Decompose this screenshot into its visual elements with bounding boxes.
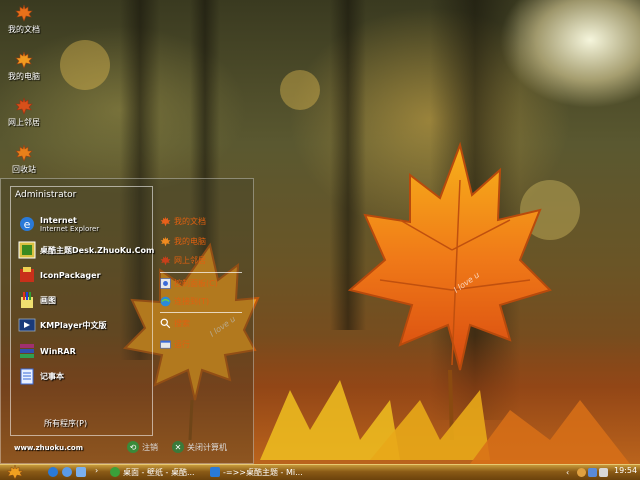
start-right-search[interactable]: 搜索 (160, 318, 190, 329)
desktop-icon-label: 回收站 (12, 165, 36, 174)
shutdown-icon: ✕ (172, 441, 184, 453)
bokeh-light (280, 70, 320, 110)
program-winrar[interactable]: WinRAR (18, 342, 76, 360)
control-panel-icon (160, 278, 171, 289)
start-menu-separator (160, 312, 242, 313)
program-iconpackager[interactable]: IconPackager (18, 266, 101, 284)
maple-leaf-icon (160, 255, 171, 266)
tray-user-icon[interactable] (577, 467, 586, 477)
start-menu-url: www.zhuoku.com (14, 444, 84, 452)
shutdown-label: 关闭计算机 (187, 442, 227, 452)
start-right-label: 运行 (174, 340, 190, 349)
start-right-my-documents[interactable]: 我的文档 (160, 216, 206, 227)
connect-to-icon (160, 296, 171, 307)
program-notepad[interactable]: 记事本 (18, 367, 64, 385)
desktop-icon-label: 我的文档 (8, 25, 40, 34)
program-internet[interactable]: e Internet Internet Explorer (18, 215, 99, 233)
quicklaunch-ie-icon[interactable] (48, 467, 58, 477)
search-icon (160, 318, 171, 329)
program-paint[interactable]: 画图 (18, 291, 56, 309)
program-name: 画图 (40, 295, 56, 305)
start-right-network[interactable]: 网上邻居 (160, 255, 206, 266)
ie-window-icon (210, 467, 220, 477)
foreground-leaves (260, 380, 630, 464)
maple-leaf-icon (15, 4, 33, 22)
shutdown-button[interactable]: ✕ 关闭计算机 (172, 441, 227, 453)
start-menu-separator (160, 272, 242, 273)
desktop-icon-network[interactable]: 网上邻居 (2, 97, 46, 128)
maple-leaf-icon (15, 51, 33, 69)
logoff-label: 注销 (142, 442, 158, 452)
svg-text:e: e (24, 218, 31, 231)
start-right-label: 连接到(T) (174, 297, 210, 306)
quicklaunch-desktop-icon[interactable] (76, 467, 86, 477)
program-name: WinRAR (40, 346, 76, 356)
program-name: KMPlayer中文版 (40, 320, 107, 330)
program-name: 桌酷主题Desk.ZhuoKu.Com (40, 245, 155, 255)
zhuoku-theme-icon (18, 241, 36, 259)
program-name: Internet (40, 215, 77, 225)
start-right-control-panel[interactable]: 控制面板(C) (160, 278, 218, 289)
start-right-label: 网上邻居 (174, 256, 206, 265)
taskbar-item[interactable]: -=>>桌酷主题 - Mi... (210, 466, 303, 478)
green-app-icon (110, 467, 120, 477)
maple-leaf-icon (15, 97, 33, 115)
kmplayer-icon (18, 318, 36, 332)
quicklaunch-media-icon[interactable] (62, 467, 72, 477)
taskbar-item[interactable]: 桌面 - 壁纸 - 桌酷... (110, 466, 195, 478)
tray-arrow-icon[interactable]: ‹ (566, 468, 575, 477)
start-right-label: 搜索 (174, 319, 190, 328)
tray-network-icon[interactable] (588, 467, 597, 477)
logoff-button[interactable]: ⟲ 注销 (127, 441, 158, 453)
taskbar-item-label: -=>>桌酷主题 - Mi... (223, 467, 303, 477)
tray-volume-icon[interactable] (599, 467, 608, 477)
desktop-icon-my-computer[interactable]: 我的电脑 (2, 51, 46, 82)
start-right-label: 我的文档 (174, 217, 206, 226)
program-kmplayer[interactable]: KMPlayer中文版 (18, 316, 107, 334)
maple-leaf-icon (160, 216, 171, 227)
maple-leaf-icon (160, 236, 171, 247)
quicklaunch-chevron-icon[interactable]: › (95, 466, 98, 475)
start-button[interactable] (6, 465, 24, 479)
start-right-connect-to[interactable]: 连接到(T) (160, 296, 209, 307)
program-name: IconPackager (40, 270, 101, 280)
iconpackager-icon (20, 267, 34, 282)
program-zhuoku-theme[interactable]: 桌酷主题Desk.ZhuoKu.Com (18, 241, 154, 259)
desktop-icon-my-documents[interactable]: 我的文档 (2, 4, 46, 35)
maple-leaf-icon (15, 144, 33, 162)
desktop-icon-label: 网上邻居 (8, 118, 40, 127)
taskbar-item-label: 桌面 - 壁纸 - 桌酷... (123, 467, 195, 477)
desktop-icon-recycle-bin[interactable]: 回收站 (2, 144, 46, 175)
start-right-my-computer[interactable]: 我的电脑 (160, 236, 206, 247)
program-name: 记事本 (40, 371, 64, 381)
winrar-icon (20, 344, 34, 358)
start-right-run[interactable]: 运行 (160, 339, 190, 350)
start-right-label: 控制面板(C) (174, 279, 218, 288)
paint-icon (21, 292, 33, 308)
desktop-icon-label: 我的电脑 (8, 72, 40, 81)
run-icon (160, 340, 171, 349)
start-right-label: 我的电脑 (174, 237, 206, 246)
logoff-icon: ⟲ (127, 441, 139, 453)
internet-explorer-icon: e (20, 217, 34, 231)
all-programs-button[interactable]: 所有程序(P) (44, 418, 87, 429)
taskbar-clock[interactable]: 19:54 (614, 466, 637, 475)
bokeh-light (60, 40, 110, 90)
program-subtitle: Internet Explorer (40, 224, 100, 233)
notepad-icon (20, 368, 34, 385)
